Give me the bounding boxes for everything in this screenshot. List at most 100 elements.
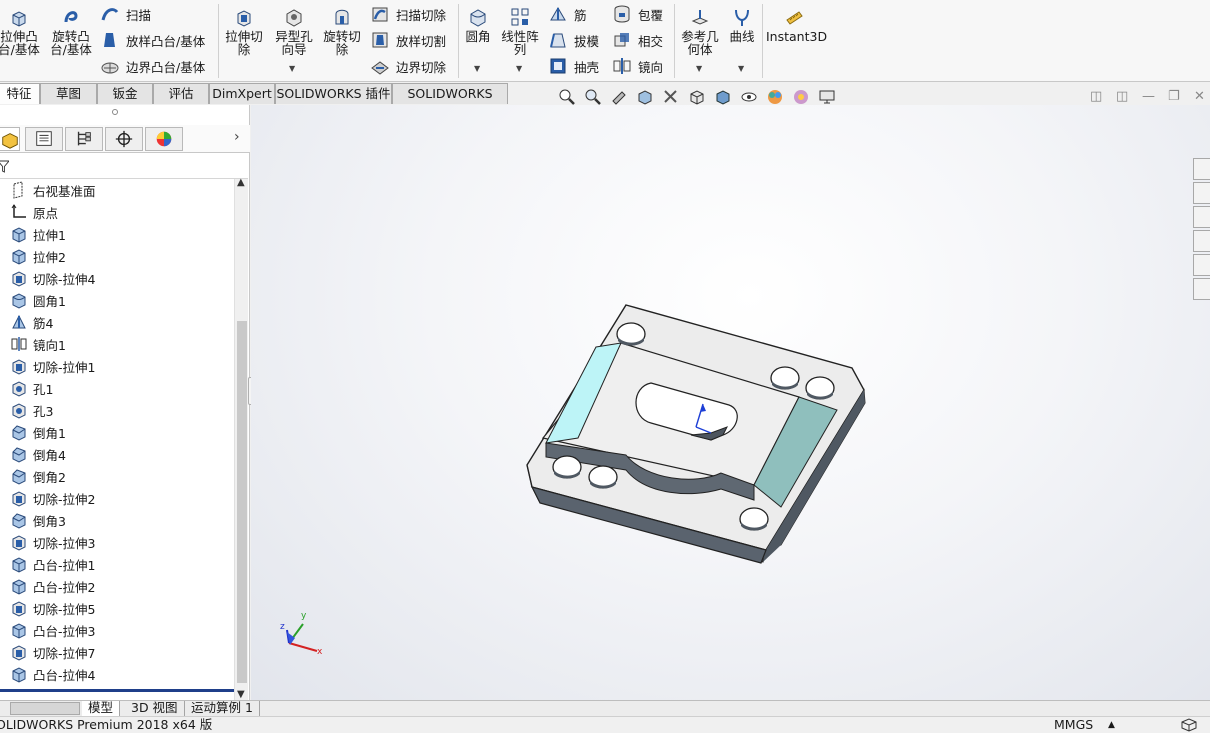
tree-item[interactable]: 筋4 xyxy=(0,311,234,333)
tree-item[interactable]: 倒角3 xyxy=(0,509,234,531)
revolve-boss-button[interactable]: 旋转凸 台/基体 xyxy=(48,6,94,56)
linear-pattern-dropdown-icon[interactable]: ▼ xyxy=(516,64,522,73)
tree-item[interactable]: 凸台-拉伸2 xyxy=(0,575,234,597)
tab-features[interactable]: 特征 xyxy=(0,83,40,104)
panel-grip-icon[interactable] xyxy=(112,109,118,115)
tab-evaluate[interactable]: 评估 xyxy=(153,83,209,104)
tree-item[interactable]: 切除-拉伸5 xyxy=(0,597,234,619)
chevron-right-icon[interactable]: › xyxy=(234,129,240,145)
tree-item[interactable]: 镜向1 xyxy=(0,333,234,355)
task-pane-appearances-icon[interactable] xyxy=(1193,254,1210,276)
unit-system-dropdown-icon[interactable]: ▲ xyxy=(1108,717,1115,733)
tab-model[interactable]: 模型 xyxy=(82,701,121,716)
view-orientation-icon[interactable] xyxy=(688,88,706,106)
loft-cut-button[interactable]: 放样切割 xyxy=(370,29,446,51)
tab-sketch[interactable]: 草图 xyxy=(40,83,97,104)
tree-item[interactable]: 拉伸1 xyxy=(0,223,234,245)
tab-dimxpert-manager[interactable] xyxy=(105,127,143,151)
tree-item[interactable]: 凸台-拉伸4 xyxy=(0,663,234,685)
tab-scroll-arrows-icon[interactable] xyxy=(10,702,80,715)
customize-status-icon[interactable] xyxy=(1180,718,1198,732)
instant3d-button[interactable]: Instant3D xyxy=(766,6,827,43)
tree-item[interactable]: 切除-拉伸4 xyxy=(0,267,234,289)
tree-item[interactable]: 倒角4 xyxy=(0,443,234,465)
tab-display-manager[interactable] xyxy=(145,127,183,151)
tab-configuration-manager[interactable] xyxy=(65,127,103,151)
loft-boss-button[interactable]: 放样凸台/基体 xyxy=(100,29,205,51)
feature-filter[interactable] xyxy=(0,155,248,179)
tab-solidworks-addins[interactable]: SOLIDWORKS 插件 xyxy=(275,83,392,104)
task-pane-file-explorer-icon[interactable] xyxy=(1193,206,1210,228)
draft-button[interactable]: 拔模 xyxy=(548,29,599,51)
mirror-button[interactable]: 镜向 xyxy=(612,55,663,77)
task-pane-custom-properties-icon[interactable] xyxy=(1193,278,1210,300)
view-settings-icon[interactable] xyxy=(818,88,836,106)
intersect-button[interactable]: 相交 xyxy=(612,29,663,51)
revolve-cut-button[interactable]: 旋转切 除 xyxy=(320,6,364,56)
boundary-boss-button[interactable]: 边界凸台/基体 xyxy=(100,55,205,77)
scroll-down-icon[interactable]: ▼ xyxy=(237,689,245,700)
tab-3d-views[interactable]: 3D 视图 xyxy=(125,701,185,716)
reference-geometry-button[interactable]: 参考几 何体 xyxy=(678,6,722,56)
tab-solidworks-mbd[interactable]: SOLIDWORKS MBD xyxy=(392,83,508,121)
extrude-boss-button[interactable]: 拉伸凸 台/基体 xyxy=(0,6,40,56)
shell-button[interactable]: 抽壳 xyxy=(548,55,599,77)
tree-item[interactable]: 切除-拉伸3 xyxy=(0,531,234,553)
unit-system[interactable]: MMGS xyxy=(1054,717,1093,733)
linear-pattern-button[interactable]: 线性阵 列 xyxy=(498,6,542,56)
task-pane-resources-icon[interactable] xyxy=(1193,182,1210,204)
restore-icon[interactable]: ❐ xyxy=(1168,89,1180,104)
tree-item[interactable]: 切除-拉伸2 xyxy=(0,487,234,509)
dynamic-annotation-icon[interactable] xyxy=(662,88,680,106)
boundary-cut-button[interactable]: 边界切除 xyxy=(370,55,446,77)
fillet-dropdown-icon[interactable]: ▼ xyxy=(474,64,480,73)
part-model[interactable]: y x z xyxy=(251,105,1210,700)
scroll-up-icon[interactable]: ▲ xyxy=(237,177,245,188)
tree-scrollbar[interactable]: ▲ ▼ xyxy=(234,177,248,703)
tree-item[interactable]: 切除-拉伸1 xyxy=(0,355,234,377)
fillet-button[interactable]: 圆角 xyxy=(462,6,494,43)
sweep-button[interactable]: 扫描 xyxy=(100,3,151,25)
tab-feature-manager[interactable] xyxy=(0,127,20,151)
tree-item[interactable]: 凸台-拉伸1 xyxy=(0,553,234,575)
next-document-icon[interactable]: ◫ xyxy=(1116,89,1128,104)
tab-property-manager[interactable] xyxy=(25,127,63,151)
close-icon[interactable]: ✕ xyxy=(1194,89,1205,104)
rollback-bar[interactable] xyxy=(0,689,234,692)
curves-button[interactable]: 曲线 xyxy=(726,6,758,43)
tree-item[interactable]: 孔3 xyxy=(0,399,234,421)
tab-dimxpert[interactable]: DimXpert xyxy=(209,83,275,104)
reference-geometry-dropdown-icon[interactable]: ▼ xyxy=(696,64,702,73)
hole-wizard-button[interactable]: 异型孔 向导 xyxy=(272,6,316,56)
tree-item[interactable]: 拉伸2 xyxy=(0,245,234,267)
task-pane-view-palette-icon[interactable] xyxy=(1193,230,1210,252)
extrude-cut-button[interactable]: 拉伸切 除 xyxy=(222,6,266,56)
wrap-button[interactable]: 包覆 xyxy=(612,3,663,25)
tree-item[interactable]: 倒角1 xyxy=(0,421,234,443)
tree-item[interactable]: 切除-拉伸7 xyxy=(0,641,234,663)
apply-scene-icon[interactable] xyxy=(792,88,810,106)
section-view-icon[interactable] xyxy=(636,88,654,106)
tab-sheet-metal[interactable]: 钣金 xyxy=(97,83,153,104)
zoom-to-area-icon[interactable] xyxy=(584,88,602,106)
scrollbar-thumb[interactable] xyxy=(237,321,247,683)
zoom-to-fit-icon[interactable] xyxy=(558,88,576,106)
task-pane-home-icon[interactable] xyxy=(1193,158,1210,180)
edit-appearance-icon[interactable] xyxy=(766,88,784,106)
previous-document-icon[interactable]: ◫ xyxy=(1090,89,1102,104)
minimize-icon[interactable]: — xyxy=(1142,89,1155,104)
tree-item[interactable]: 圆角1 xyxy=(0,289,234,311)
display-style-icon[interactable] xyxy=(714,88,732,106)
previous-view-icon[interactable] xyxy=(610,88,628,106)
tab-motion-study[interactable]: 运动算例 1 xyxy=(185,701,260,716)
tree-item[interactable]: 凸台-拉伸3 xyxy=(0,619,234,641)
graphics-area[interactable]: y x z xyxy=(251,105,1210,700)
tree-item[interactable]: 原点 xyxy=(0,201,234,223)
hole-wizard-dropdown-icon[interactable]: ▼ xyxy=(289,64,295,73)
rib-button[interactable]: 筋 xyxy=(548,3,587,25)
tree-item[interactable]: 右视基准面 xyxy=(0,179,234,201)
sweep-cut-button[interactable]: 扫描切除 xyxy=(370,3,446,25)
curves-dropdown-icon[interactable]: ▼ xyxy=(738,64,744,73)
tree-item[interactable]: 倒角2 xyxy=(0,465,234,487)
tree-item[interactable]: 孔1 xyxy=(0,377,234,399)
